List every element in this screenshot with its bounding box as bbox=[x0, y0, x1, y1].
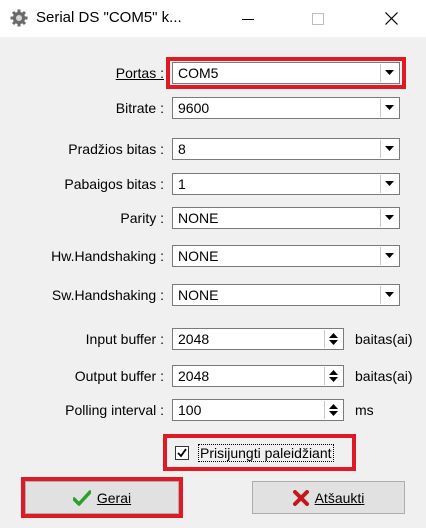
close-icon bbox=[384, 12, 398, 25]
spin-arrows-icon[interactable] bbox=[324, 330, 342, 348]
gear-icon bbox=[10, 9, 28, 27]
hw-handshaking-value: NONE bbox=[178, 248, 219, 264]
port-value: COM5 bbox=[178, 65, 219, 81]
close-button[interactable] bbox=[368, 0, 414, 37]
spin-arrows-icon[interactable] bbox=[324, 401, 342, 419]
port-label: Portas : bbox=[116, 65, 164, 81]
minimize-icon bbox=[242, 18, 254, 20]
window-title: Serial DS "COM5" k... bbox=[36, 9, 182, 26]
output-buffer-value: 2048 bbox=[178, 368, 210, 384]
port-label-text: Portas : bbox=[115, 65, 164, 81]
start-bits-select[interactable]: 8 bbox=[172, 138, 400, 160]
output-buffer-spinbox[interactable]: 2048 bbox=[172, 365, 344, 387]
input-buffer-unit: baitas(ai) bbox=[355, 331, 413, 347]
parity-value: NONE bbox=[178, 210, 219, 226]
output-buffer-unit: baitas(ai) bbox=[355, 368, 413, 384]
start-bits-value: 8 bbox=[178, 141, 186, 157]
stop-bits-label: Pabaigos bitas : bbox=[64, 176, 164, 192]
x-mark-icon bbox=[292, 489, 309, 506]
sw-handshaking-select[interactable]: NONE bbox=[172, 284, 400, 306]
cancel-button[interactable]: Atšaukti bbox=[252, 481, 405, 514]
checkmark-icon bbox=[72, 489, 91, 506]
stop-bits-select[interactable]: 1 bbox=[172, 173, 400, 195]
bitrate-select[interactable]: 9600 bbox=[172, 97, 400, 119]
spin-arrows-icon[interactable] bbox=[324, 367, 342, 385]
sw-handshaking-label: Sw.Handshaking : bbox=[51, 287, 164, 303]
chevron-down-icon[interactable] bbox=[380, 209, 398, 227]
connect-on-start-label[interactable]: Prisijungti paleidžiant bbox=[198, 444, 334, 462]
connect-on-start-checkbox[interactable] bbox=[175, 446, 189, 460]
chevron-down-icon[interactable] bbox=[380, 286, 398, 304]
polling-interval-value: 100 bbox=[178, 402, 202, 418]
polling-interval-unit: ms bbox=[355, 402, 374, 418]
parity-select[interactable]: NONE bbox=[172, 207, 400, 229]
chevron-down-icon[interactable] bbox=[380, 175, 398, 193]
chevron-down-icon[interactable] bbox=[380, 64, 398, 82]
checkmark-icon bbox=[177, 448, 187, 458]
stop-bits-value: 1 bbox=[178, 176, 186, 192]
chevron-down-icon[interactable] bbox=[380, 140, 398, 158]
input-buffer-spinbox[interactable]: 2048 bbox=[172, 328, 344, 350]
sw-handshaking-value: NONE bbox=[178, 287, 219, 303]
port-select[interactable]: COM5 bbox=[172, 62, 400, 84]
chevron-down-icon[interactable] bbox=[380, 247, 398, 265]
maximize-button[interactable] bbox=[295, 0, 341, 37]
chevron-down-icon[interactable] bbox=[380, 99, 398, 117]
maximize-icon bbox=[312, 12, 324, 25]
output-buffer-label: Output buffer : bbox=[74, 368, 164, 384]
parity-label: Parity : bbox=[120, 210, 164, 226]
bitrate-label: Bitrate : bbox=[115, 100, 164, 116]
start-bits-label: Pradžios bitas : bbox=[68, 141, 164, 157]
input-buffer-label: Input buffer : bbox=[85, 331, 164, 347]
polling-interval-label: Polling interval : bbox=[65, 402, 164, 418]
ok-button-label: Gerai bbox=[96, 489, 132, 506]
cancel-button-label: Atšaukti bbox=[314, 489, 365, 506]
bitrate-value: 9600 bbox=[178, 100, 210, 116]
hw-handshaking-select[interactable]: NONE bbox=[172, 245, 400, 267]
hw-handshaking-label: Hw.Handshaking : bbox=[51, 248, 164, 264]
ok-button[interactable]: Gerai bbox=[25, 481, 179, 514]
polling-interval-spinbox[interactable]: 100 bbox=[172, 399, 344, 421]
input-buffer-value: 2048 bbox=[178, 331, 210, 347]
minimize-button[interactable] bbox=[225, 0, 271, 37]
